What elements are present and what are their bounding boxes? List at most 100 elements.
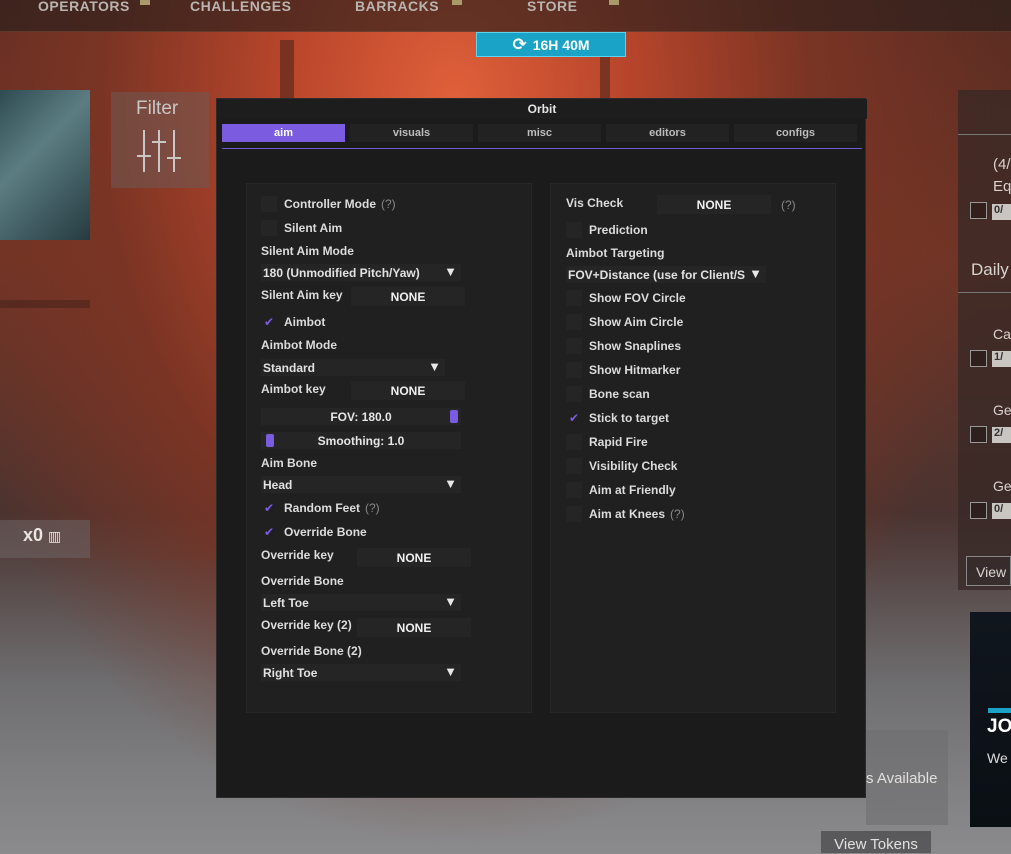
promo-banner[interactable]: JO We [970,612,1011,827]
silent-aim-checkbox[interactable]: Silent Aim [261,220,342,236]
controller-mode-label: Controller Mode [284,197,376,211]
daily-progress-2: 2/ [992,427,1011,443]
nav-notification-mark [452,0,462,5]
fov-slider[interactable]: FOV: 180.0 [261,408,461,425]
stick-to-target-checkbox[interactable]: ✔ Stick to target [566,410,669,426]
show-fov-circle-checkbox[interactable]: Show FOV Circle [566,290,686,306]
help-marker[interactable]: (?) [381,197,396,211]
scaffold-beam [0,300,90,308]
random-feet-label: Random Feet [284,501,361,515]
dropdown-arrow-icon: ▼ [444,264,457,279]
tab-aim[interactable]: aim [222,124,345,142]
aim-left-column: Controller Mode (?) Silent Aim Silent Ai… [246,183,532,713]
nav-store[interactable]: STORE [527,0,577,14]
nav-operators[interactable]: OPERATORS [38,0,130,14]
checkbox-box: ✔ [261,524,277,540]
challenge-checkbox[interactable] [970,202,987,219]
tab-misc[interactable]: misc [478,124,601,142]
promo-title: JO [987,716,1011,737]
aimbot-checkbox[interactable]: ✔ Aimbot [261,314,325,330]
dropdown-value: Head [263,478,293,492]
dropdown-value: Right Toe [263,666,318,680]
checkbox-box [566,314,582,330]
daily-progress-1: 1/ [992,351,1011,367]
bone-scan-checkbox[interactable]: Bone scan [566,386,650,402]
help-marker[interactable]: (?) [670,507,685,521]
view-tokens-button[interactable]: View Tokens [820,830,932,854]
silent-aim-key-button[interactable]: NONE [351,287,465,306]
override-key2-button[interactable]: NONE [357,618,471,637]
vis-check-key-button[interactable]: NONE [657,195,771,214]
checkbox-box [261,196,277,212]
aimbot-targeting-label: Aimbot Targeting [566,246,665,260]
checkbox-box [566,434,582,450]
show-snaplines-checkbox[interactable]: Show Snaplines [566,338,681,354]
aim-at-friendly-checkbox[interactable]: Aim at Friendly [566,482,676,498]
show-aim-circle-checkbox[interactable]: Show Aim Circle [566,314,683,330]
prediction-checkbox[interactable]: Prediction [566,222,648,238]
aim-right-column: Vis Check NONE (?) Prediction Aimbot Tar… [550,183,836,713]
stick-to-target-label: Stick to target [589,411,670,425]
check-icon: ✔ [263,501,275,515]
ticket-count: x0 [23,525,44,545]
override-bone2-label: Override Bone (2) [261,644,362,658]
visibility-check-label: Visibility Check [589,459,678,473]
smoothing-slider[interactable]: Smoothing: 1.0 [261,432,461,449]
aim-at-knees-checkbox[interactable]: Aim at Knees (?) [566,506,685,522]
dropdown-arrow-icon: ▼ [747,266,762,281]
daily-item-2: Ge [993,402,1011,418]
daily-progress-3: 0/ [992,503,1011,519]
tab-configs[interactable]: configs [734,124,857,142]
checkbox-box [566,362,582,378]
view-challenges-button[interactable]: View C [966,556,1011,586]
checkbox-box [566,458,582,474]
aimbot-mode-dropdown[interactable]: Standard ▼ [261,359,445,376]
visibility-check-checkbox[interactable]: Visibility Check [566,458,677,474]
nav-barracks[interactable]: BARRACKS [355,0,439,14]
smoothing-slider-text: Smoothing: 1.0 [317,434,405,448]
daily-checkbox-3[interactable] [970,502,987,519]
daily-checkbox-1[interactable] [970,350,987,367]
challenge-count: (4/ [993,156,1011,173]
override-bone2-dropdown[interactable]: Right Toe ▼ [261,664,461,681]
rapid-fire-checkbox[interactable]: Rapid Fire [566,434,648,450]
aimbot-key-button[interactable]: NONE [351,381,465,400]
slider-grab[interactable] [450,410,458,423]
tab-editors[interactable]: editors [606,124,729,142]
override-bone-checkbox[interactable]: ✔ Override Bone [261,524,367,540]
menu-title[interactable]: Orbit [217,99,867,119]
show-hitmarker-checkbox[interactable]: Show Hitmarker [566,362,680,378]
orbit-menu-window: Orbit aim visuals misc editors configs C… [216,98,867,798]
filter-button[interactable]: Filter [111,92,209,188]
challenges-side-panel: (4/ Equ 0/ Daily Cal 1/ Ge 2/ Ge 0/ [958,90,1011,590]
show-snaplines-label: Show Snaplines [589,339,682,353]
menu-tabs: aim visuals misc editors configs [222,124,862,144]
aim-bone-dropdown[interactable]: Head ▼ [261,476,461,493]
nav-challenges[interactable]: CHALLENGES [190,0,291,14]
tab-visuals[interactable]: visuals [350,124,473,142]
sliders-icon [137,130,181,172]
checkbox-box [566,506,582,522]
dropdown-value: 180 (Unmodified Pitch/Yaw) [263,266,420,280]
help-marker[interactable]: (?) [365,501,380,515]
random-feet-checkbox[interactable]: ✔ Random Feet (?) [261,500,380,516]
daily-checkbox-2[interactable] [970,426,987,443]
aim-bone-label: Aim Bone [261,456,318,470]
help-marker[interactable]: (?) [781,198,796,212]
checkbox-box [566,290,582,306]
daily-heading: Daily [971,260,1009,279]
aimbot-targeting-dropdown[interactable]: FOV+Distance (use for Client/S ▼ [566,266,766,283]
override-key-button[interactable]: NONE [357,548,471,567]
operator-thumbnail[interactable] [0,90,90,240]
silent-aim-mode-dropdown[interactable]: 180 (Unmodified Pitch/Yaw) ▼ [261,264,461,281]
aim-at-friendly-label: Aim at Friendly [589,483,676,497]
dropdown-arrow-icon: ▼ [444,664,457,679]
daily-item-1: Cal [993,326,1011,342]
slider-grab[interactable] [265,434,274,447]
top-navigation: OPERATORS CHALLENGES BARRACKS STORE [0,0,1011,32]
bone-scan-label: Bone scan [589,387,650,401]
override-bone-dropdown[interactable]: Left Toe ▼ [261,594,461,611]
refresh-timer: ⟳ 16H 40M [476,32,626,57]
divider [958,134,1011,135]
controller-mode-checkbox[interactable]: Controller Mode (?) [261,196,396,212]
